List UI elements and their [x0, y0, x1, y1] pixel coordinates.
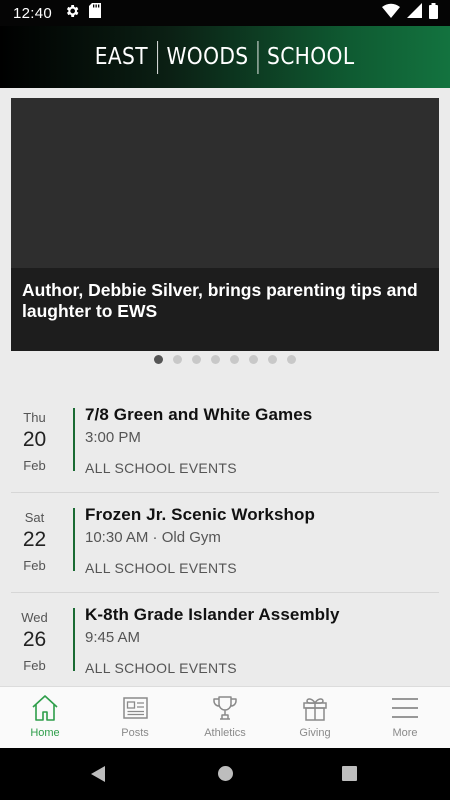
back-icon[interactable] [89, 765, 107, 788]
event-weekday: Wed [21, 610, 48, 625]
gift-icon [300, 694, 330, 722]
event-item[interactable]: Wed 26 Feb K-8th Grade Islander Assembly… [11, 593, 439, 692]
carousel-dot[interactable] [230, 355, 239, 364]
logo-word: WOODS [166, 44, 249, 70]
event-accent-bar [73, 608, 75, 671]
event-month: Feb [23, 558, 46, 573]
newspaper-icon [120, 694, 150, 722]
event-day: 20 [22, 428, 47, 451]
nav-more-label: More [392, 727, 418, 739]
event-category: ALL SCHOOL EVENTS [85, 460, 237, 476]
app-header: EAST WOODS SCHOOL [0, 26, 450, 88]
nav-home-label: Home [30, 727, 60, 739]
carousel-dot[interactable] [192, 355, 201, 364]
status-bar: 12:40 [0, 0, 450, 26]
logo-word: SCHOOL [267, 44, 355, 70]
event-item[interactable]: Sat 22 Feb Frozen Jr. Scenic Workshop 10… [11, 493, 439, 593]
event-day: 22 [22, 528, 47, 551]
logo-divider [257, 40, 259, 74]
home-icon [30, 694, 60, 722]
event-weekday: Sat [24, 510, 45, 525]
event-accent-bar [73, 508, 75, 571]
status-time: 12:40 [13, 4, 53, 22]
school-logo: EAST WOODS SCHOOL [95, 40, 355, 74]
event-title: K-8th Grade Islander Assembly [85, 605, 340, 624]
carousel-dot[interactable] [154, 355, 163, 364]
event-time: 9:45 AM [85, 629, 141, 646]
nav-home[interactable]: Home [0, 687, 90, 749]
nav-posts[interactable]: Posts [90, 687, 180, 749]
nav-more[interactable]: More [360, 687, 450, 749]
events-list: Thu 20 Feb 7/8 Green and White Games 3:0… [11, 393, 439, 692]
recents-square-icon[interactable] [342, 766, 357, 786]
trophy-icon [210, 694, 240, 722]
logo-divider [157, 40, 159, 74]
sd-card-icon [89, 3, 102, 23]
settings-gear-icon [64, 3, 80, 24]
event-time: 10:30 AM · Old Gym [85, 529, 221, 546]
carousel-dot[interactable] [249, 355, 258, 364]
carousel-pagination [0, 355, 450, 364]
event-month: Feb [23, 458, 46, 473]
event-title: 7/8 Green and White Games [85, 405, 313, 424]
event-category: ALL SCHOOL EVENTS [85, 660, 237, 676]
logo-word: EAST [95, 44, 149, 70]
nav-posts-label: Posts [121, 727, 149, 739]
battery-icon [429, 2, 438, 24]
featured-story-caption: Author, Debbie Silver, brings parenting … [11, 268, 439, 351]
nav-giving[interactable]: Giving [270, 687, 360, 749]
carousel-dot[interactable] [268, 355, 277, 364]
event-category: ALL SCHOOL EVENTS [85, 560, 237, 576]
event-accent-bar [73, 408, 75, 471]
event-title: Frozen Jr. Scenic Workshop [85, 505, 315, 524]
carousel-dot[interactable] [287, 355, 296, 364]
menu-icon [390, 694, 420, 722]
bottom-nav: Home Posts Athletics Giving More [0, 686, 450, 749]
event-weekday: Thu [23, 410, 46, 425]
nav-athletics[interactable]: Athletics [180, 687, 270, 749]
event-month: Feb [23, 658, 46, 673]
wifi-icon [382, 3, 400, 23]
carousel-dot[interactable] [173, 355, 182, 364]
system-nav-bar [0, 748, 450, 800]
featured-story-card[interactable]: Author, Debbie Silver, brings parenting … [11, 98, 439, 351]
signal-icon [407, 3, 422, 23]
nav-giving-label: Giving [299, 727, 331, 739]
event-time: 3:00 PM [85, 429, 141, 446]
nav-athletics-label: Athletics [204, 727, 246, 739]
event-item[interactable]: Thu 20 Feb 7/8 Green and White Games 3:0… [11, 393, 439, 493]
featured-story-image [11, 98, 439, 268]
home-circle-icon[interactable] [217, 765, 234, 787]
event-day: 26 [22, 628, 47, 651]
carousel-dot[interactable] [211, 355, 220, 364]
